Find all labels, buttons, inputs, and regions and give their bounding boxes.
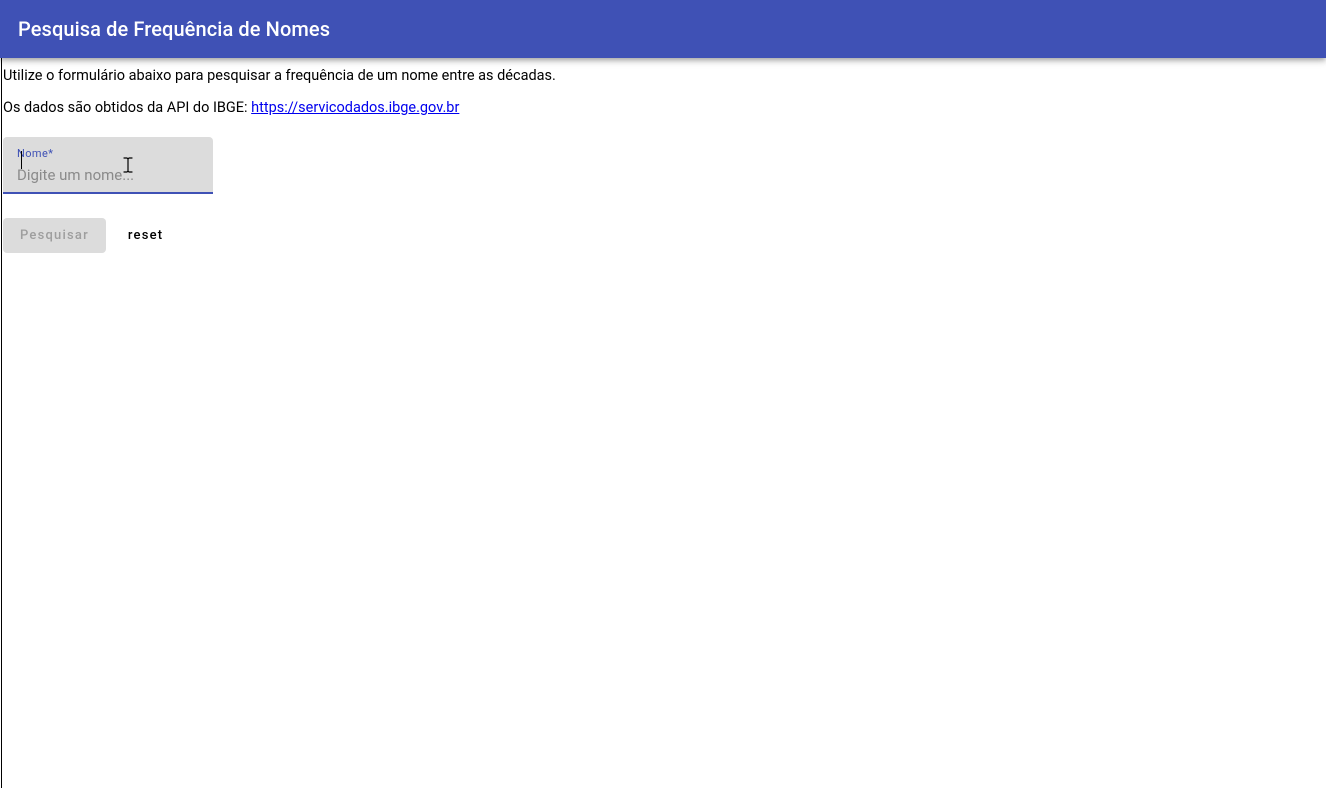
main-content: Utilize o formulário abaixo para pesquis… bbox=[0, 58, 1326, 253]
source-line: Os dados são obtidos da API do IBGE: htt… bbox=[3, 98, 1324, 118]
window-left-edge bbox=[1, 0, 2, 788]
name-field-label: Nome* bbox=[17, 147, 199, 160]
input-caret bbox=[21, 151, 22, 169]
reset-button[interactable]: reset bbox=[120, 218, 171, 253]
app-header: Pesquisa de Frequência de Nomes bbox=[0, 0, 1326, 58]
name-field-wrapper[interactable]: Nome* bbox=[3, 137, 213, 194]
search-button[interactable]: Pesquisar bbox=[3, 218, 106, 253]
source-link[interactable]: https://servicodados.ibge.gov.br bbox=[251, 99, 459, 116]
source-prefix: Os dados são obtidos da API do IBGE: bbox=[3, 99, 251, 116]
name-input[interactable] bbox=[17, 162, 199, 194]
page-title: Pesquisa de Frequência de Nomes bbox=[18, 17, 330, 41]
required-asterisk: * bbox=[48, 147, 53, 160]
intro-description: Utilize o formulário abaixo para pesquis… bbox=[3, 66, 1324, 86]
form-buttons: Pesquisar reset bbox=[3, 218, 1324, 253]
